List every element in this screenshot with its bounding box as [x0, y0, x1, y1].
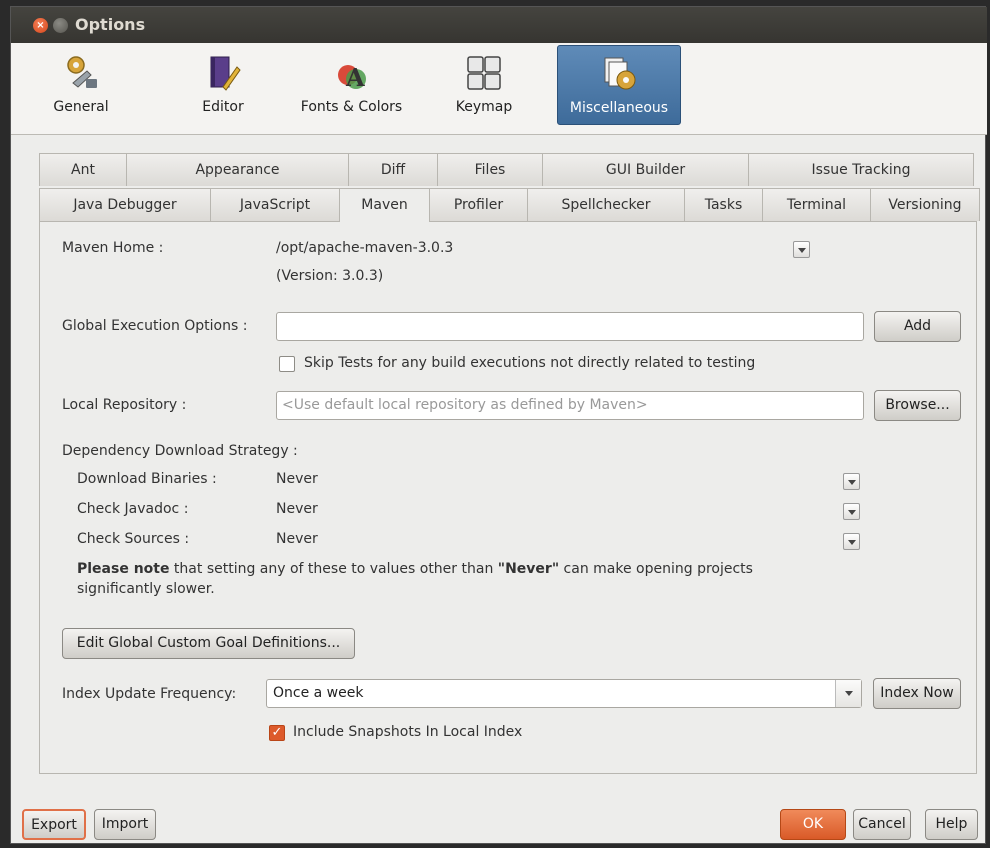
category-miscellaneous[interactable]: Miscellaneous: [557, 45, 681, 125]
maven-home-label: Maven Home :: [62, 240, 164, 256]
category-general[interactable]: General: [41, 53, 121, 129]
check-javadoc-label: Check Javadoc :: [77, 501, 189, 517]
category-label: Miscellaneous: [569, 100, 669, 116]
minimize-window-button[interactable]: [53, 18, 68, 33]
category-label: Fonts & Colors: [300, 99, 403, 115]
fonts-colors-icon: A: [332, 53, 372, 93]
category-label: Editor: [202, 99, 244, 115]
note-end: can make opening projects: [559, 561, 753, 577]
cancel-button[interactable]: Cancel: [853, 809, 911, 840]
note-mid: that setting any of these to values othe…: [169, 561, 498, 577]
check-sources-dropdown[interactable]: [843, 533, 860, 550]
miscellaneous-icon: [599, 54, 639, 94]
index-update-frequency-value: Once a week: [273, 685, 364, 701]
global-execution-options-label: Global Execution Options :: [62, 318, 248, 334]
tab-profiler[interactable]: Profiler: [429, 188, 528, 221]
download-binaries-dropdown[interactable]: [843, 473, 860, 490]
category-toolbar: General Editor A Fonts & Colors Keymap M…: [11, 43, 987, 135]
options-dialog: × Options General Editor A Fonts & Color…: [10, 6, 987, 844]
index-update-frequency-label: Index Update Frequency:: [62, 686, 237, 702]
check-javadoc-dropdown[interactable]: [843, 503, 860, 520]
maven-settings-panel: Maven Home : /opt/apache-maven-3.0.3 (Ve…: [39, 221, 977, 774]
tab-row-bottom: Java Debugger JavaScript Maven Profiler …: [39, 188, 980, 222]
tab-maven[interactable]: Maven: [339, 188, 430, 222]
tab-javascript[interactable]: JavaScript: [210, 188, 340, 221]
browse-button[interactable]: Browse...: [874, 390, 961, 421]
check-sources-label: Check Sources :: [77, 531, 190, 547]
gear-wrench-icon: [61, 53, 101, 93]
tab-ant[interactable]: Ant: [39, 153, 127, 186]
check-javadoc-value: Never: [276, 501, 318, 517]
skip-tests-label: Skip Tests for any build executions not …: [304, 355, 756, 371]
maven-home-dropdown[interactable]: [793, 241, 810, 258]
keyboard-icon: [464, 53, 504, 93]
note-never: "Never": [497, 561, 560, 577]
tab-versioning[interactable]: Versioning: [870, 188, 980, 221]
category-fonts-colors[interactable]: A Fonts & Colors: [289, 53, 414, 129]
performance-note: Please note that setting any of these to…: [77, 559, 837, 599]
tab-spellchecker[interactable]: Spellchecker: [527, 188, 685, 221]
window-title: Options: [75, 15, 146, 34]
tab-issue-tracking[interactable]: Issue Tracking: [748, 153, 974, 186]
close-window-button[interactable]: ×: [33, 18, 48, 33]
category-keymap[interactable]: Keymap: [449, 53, 519, 129]
note-bold: Please note: [77, 561, 170, 577]
tab-appearance[interactable]: Appearance: [126, 153, 349, 186]
import-button[interactable]: Import: [94, 809, 156, 840]
category-label: General: [53, 99, 109, 115]
tab-terminal[interactable]: Terminal: [762, 188, 871, 221]
chevron-down-icon[interactable]: [835, 680, 861, 707]
editor-book-pen-icon: [203, 53, 243, 93]
local-repository-input[interactable]: <Use default local repository as defined…: [276, 391, 864, 420]
title-bar: × Options: [11, 7, 987, 43]
tab-java-debugger[interactable]: Java Debugger: [39, 188, 211, 221]
add-button[interactable]: Add: [874, 311, 961, 342]
download-binaries-value: Never: [276, 471, 318, 487]
category-editor[interactable]: Editor: [183, 53, 263, 129]
index-now-button[interactable]: Index Now: [873, 678, 961, 709]
local-repository-label: Local Repository :: [62, 397, 187, 413]
index-update-frequency-select[interactable]: Once a week: [266, 679, 862, 708]
note-line-2: significantly slower.: [77, 581, 215, 597]
tab-tasks[interactable]: Tasks: [684, 188, 763, 221]
include-snapshots-label: Include Snapshots In Local Index: [293, 724, 523, 740]
check-sources-value: Never: [276, 531, 318, 547]
maven-home-value: /opt/apache-maven-3.0.3: [276, 240, 454, 256]
tab-row-top: Ant Appearance Diff Files GUI Builder Is…: [39, 153, 974, 186]
include-snapshots-checkbox[interactable]: ✓: [269, 725, 285, 741]
global-execution-options-input[interactable]: [276, 312, 864, 341]
download-binaries-label: Download Binaries :: [77, 471, 217, 487]
export-button[interactable]: Export: [22, 809, 86, 840]
maven-version: (Version: 3.0.3): [276, 268, 384, 284]
ok-button[interactable]: OK: [780, 809, 846, 840]
svg-text:A: A: [345, 63, 365, 92]
dependency-strategy-label: Dependency Download Strategy :: [62, 443, 298, 459]
tab-diff[interactable]: Diff: [348, 153, 438, 186]
skip-tests-checkbox[interactable]: [279, 356, 295, 372]
tab-files[interactable]: Files: [437, 153, 543, 186]
category-label: Keymap: [455, 99, 513, 115]
tab-gui-builder[interactable]: GUI Builder: [542, 153, 749, 186]
edit-global-goals-button[interactable]: Edit Global Custom Goal Definitions...: [62, 628, 355, 659]
help-button[interactable]: Help: [925, 809, 978, 840]
